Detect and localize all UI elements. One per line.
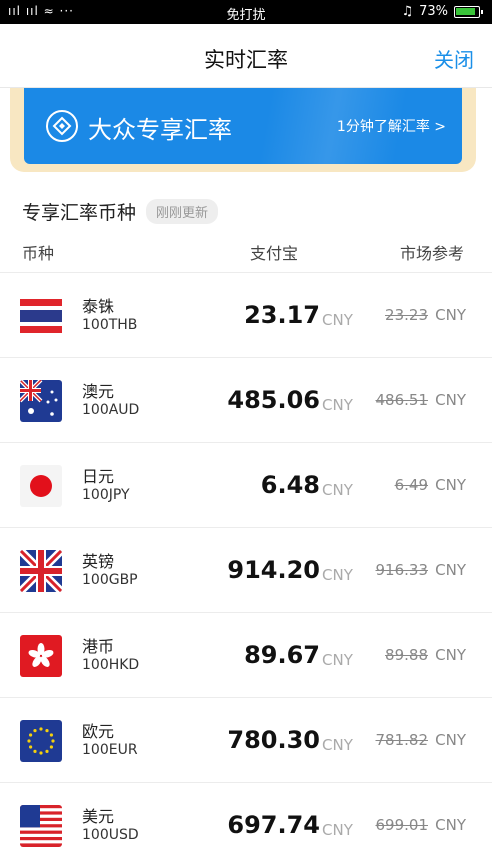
- close-button[interactable]: 关闭: [434, 44, 474, 73]
- currency-name: 港币: [82, 637, 115, 656]
- market-rate: 486.51: [375, 391, 429, 409]
- eu-flag-icon: [20, 720, 62, 762]
- battery-icon: [454, 5, 483, 18]
- alipay-rate: 485.06: [227, 386, 320, 414]
- market-unit: CNY: [435, 816, 466, 834]
- col-market: 市场参考: [399, 244, 464, 263]
- column-headers: 币种 支付宝 市场参考: [0, 234, 492, 272]
- bell-icon: ♫: [401, 4, 414, 19]
- currency-code: 100USD: [82, 827, 139, 843]
- col-currency: 币种: [22, 244, 55, 263]
- japan-flag-icon: [20, 465, 62, 507]
- currency-code: 100HKD: [82, 657, 140, 673]
- nav-bar: 实时汇率 关闭: [0, 24, 492, 88]
- exchange-banner[interactable]: 大众专享汇率 1分钟了解汇率 >: [24, 88, 462, 164]
- currency-name: 日元: [82, 467, 115, 486]
- alipay-rate: 23.17: [244, 301, 320, 329]
- currency-row[interactable]: 日元 100JPY 6.48 CNY 6.49 CNY: [0, 442, 492, 527]
- rate-unit: CNY: [322, 821, 353, 839]
- market-unit: CNY: [435, 561, 466, 579]
- australia-flag-icon: [20, 380, 62, 422]
- currency-code: 100THB: [82, 317, 138, 333]
- diamond-icon: [46, 110, 78, 142]
- market-rate: 916.33: [375, 561, 429, 579]
- market-rate: 699.01: [375, 816, 429, 834]
- market-unit: CNY: [435, 476, 466, 494]
- rate-unit: CNY: [322, 566, 353, 584]
- currency-name: 欧元: [82, 722, 115, 741]
- battery-percent: 73%: [419, 4, 448, 19]
- rate-unit: CNY: [322, 736, 353, 754]
- market-unit: CNY: [435, 646, 466, 664]
- currency-row[interactable]: 英镑 100GBP 914.20 CNY 916.33 CNY: [0, 527, 492, 612]
- alipay-rate: 697.74: [227, 811, 320, 839]
- market-unit: CNY: [435, 306, 466, 324]
- currency-code: 100AUD: [82, 402, 140, 418]
- hongkong-flag-icon: [20, 635, 62, 677]
- banner-backdrop: 大众专享汇率 1分钟了解汇率 >: [10, 88, 476, 172]
- currency-row[interactable]: 美元 100USD 697.74 CNY 699.01 CNY: [0, 782, 492, 867]
- market-rate: 6.49: [394, 476, 428, 494]
- alipay-rate: 6.48: [260, 471, 320, 499]
- rate-unit: CNY: [322, 311, 353, 329]
- us-flag-icon: [20, 805, 62, 847]
- alipay-rate: 914.20: [227, 556, 320, 584]
- currency-code: 100GBP: [82, 572, 138, 588]
- currency-code: 100EUR: [82, 742, 138, 758]
- alipay-rate: 89.67: [244, 641, 320, 669]
- market-unit: CNY: [435, 391, 466, 409]
- currency-name: 英镑: [82, 552, 115, 571]
- currency-name: 美元: [82, 807, 115, 826]
- uk-flag-icon: [20, 550, 62, 592]
- currency-row[interactable]: 欧元 100EUR 780.30 CNY 781.82 CNY: [0, 697, 492, 782]
- page-title: 实时汇率: [204, 48, 288, 72]
- section-title: 专享汇率币种: [22, 201, 137, 224]
- alipay-rate: 780.30: [227, 726, 320, 754]
- currency-row[interactable]: 澳元 100AUD 485.06 CNY 486.51 CNY: [0, 357, 492, 442]
- banner-title: 大众专享汇率: [88, 116, 232, 144]
- currency-code: 100JPY: [82, 487, 130, 503]
- market-rate: 89.88: [385, 646, 428, 664]
- currency-row[interactable]: 港币 100HKD 89.67 CNY 89.88 CNY: [0, 612, 492, 697]
- thailand-flag-icon: [20, 295, 62, 337]
- currency-name: 泰铢: [82, 297, 115, 316]
- rate-unit: CNY: [322, 396, 353, 414]
- market-rate: 23.23: [385, 306, 428, 324]
- status-bar: ııl ııl ≈ ··· 免打扰 ♫ 73%: [0, 0, 492, 24]
- update-badge: 刚刚更新: [146, 198, 219, 224]
- currency-row[interactable]: 泰铢 100THB 23.17 CNY 23.23 CNY: [0, 272, 492, 357]
- market-unit: CNY: [435, 731, 466, 749]
- banner-link[interactable]: 1分钟了解汇率 >: [337, 116, 446, 136]
- section-header: 专享汇率币种 刚刚更新: [22, 196, 219, 226]
- col-alipay: 支付宝: [250, 244, 299, 263]
- currency-name: 澳元: [82, 382, 115, 401]
- market-rate: 781.82: [375, 731, 429, 749]
- rate-unit: CNY: [322, 481, 353, 499]
- rate-unit: CNY: [322, 651, 353, 669]
